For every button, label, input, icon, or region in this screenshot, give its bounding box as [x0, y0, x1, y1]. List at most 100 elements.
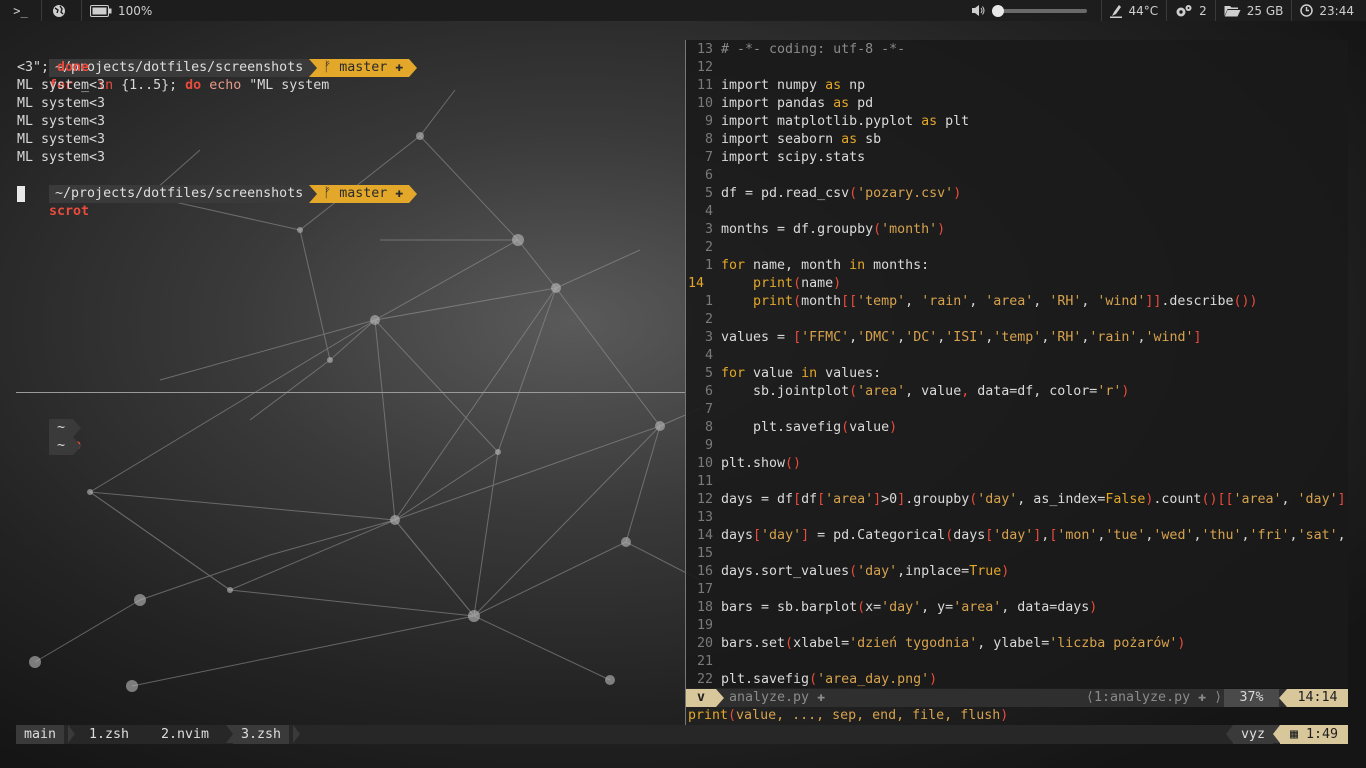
cpu-count: 2 [1199, 3, 1207, 18]
tmux-window-1[interactable]: 1.zsh [81, 725, 137, 744]
output-line: ML system<3 [17, 96, 106, 111]
powerline-separator [1279, 689, 1287, 707]
line-number: 17 [696, 582, 713, 597]
code-line[interactable]: 13 [686, 509, 1348, 527]
prompt-line-empty: ~ [17, 419, 82, 455]
tmux-clock-time: 1:49 [1306, 727, 1339, 742]
code-line[interactable]: 4 [686, 347, 1348, 365]
line-number: 14 [688, 276, 705, 291]
code-line[interactable]: 14 print(name) [686, 275, 1348, 293]
vim-mode: v [686, 689, 716, 707]
cpu-indicator: 2 [1167, 0, 1216, 21]
line-number: 5 [704, 366, 713, 381]
powerline-separator [73, 437, 82, 455]
code-line[interactable]: 9 [686, 437, 1348, 455]
code-text: for value in values: [721, 366, 882, 381]
vim-statusline: v analyze.py ✚ ⟨1:analyze.py ✚ ⟩ 37% 14:… [686, 689, 1348, 707]
vim-command-line[interactable]: print(value, ..., sep, end, file, flush) [688, 707, 1008, 725]
code-line[interactable]: 9 import matplotlib.pyplot as plt [686, 113, 1348, 131]
code-line[interactable]: 11 import numpy as np [686, 77, 1348, 95]
line-number: 9 [704, 114, 713, 129]
volume-control[interactable] [963, 0, 1103, 21]
code-line[interactable]: 17 [686, 581, 1348, 599]
line-number: 14 [696, 528, 713, 543]
code-line[interactable]: 2 [686, 239, 1348, 257]
code-line[interactable]: 3 values = ['FFMC','DMC','DC','ISI','temp… [686, 329, 1348, 347]
code-text: bars = sb.barplot(x='day', y='area', dat… [721, 600, 1098, 615]
folder-icon [1224, 6, 1241, 17]
clock-icon [1300, 4, 1314, 17]
git-branch: ᚠ master ✚ [317, 185, 410, 203]
nvim-editor[interactable]: 13 # -*- coding: utf-8 -*- 12 11 import nump… [686, 40, 1348, 688]
code-line[interactable]: 15 [686, 545, 1348, 563]
line-number: 7 [704, 150, 713, 165]
code-line[interactable]: 16 days.sort_values('day',inplace=True) [686, 563, 1348, 581]
code-line[interactable]: 12 days = df[df['area']>0].groupby('day',… [686, 491, 1348, 509]
code-line[interactable]: 4 [686, 203, 1348, 221]
code-text: plt.show() [721, 456, 802, 471]
code-line[interactable]: 10 plt.show() [686, 455, 1348, 473]
file-name: analyze.py ✚ [729, 690, 826, 705]
code-line[interactable]: 2 [686, 311, 1348, 329]
command-continuation: <3"; done [17, 60, 90, 75]
code-text: import scipy.stats [721, 150, 866, 165]
code-line[interactable]: 19 [686, 617, 1348, 635]
prompt-line-1: ~/projects/dotfiles/screenshots ᚠ master … [17, 41, 418, 93]
tmux-hostname: vyz [1233, 725, 1273, 744]
code-text: months = df.groupby('month') [721, 222, 946, 237]
tmux-window-3-active[interactable]: 3.zsh [233, 725, 290, 744]
powerline-separator [409, 59, 418, 77]
tmux-window-2[interactable]: 2.nvim [153, 725, 217, 744]
volume-slider-knob[interactable] [992, 4, 1005, 17]
code-line[interactable]: 7 import scipy.stats [686, 149, 1348, 167]
code-line[interactable]: 22 plt.savefig('area_day.png') [686, 671, 1348, 689]
code-line[interactable]: 10 import pandas as pd [686, 95, 1348, 113]
gears-icon [1176, 4, 1192, 16]
code-line[interactable]: 12 [686, 59, 1348, 77]
code-line[interactable]: 21 [686, 653, 1348, 671]
code-line[interactable]: 1 print(month[['temp', 'rain', 'area', '… [686, 293, 1348, 311]
code-text: plt.savefig(value) [721, 420, 898, 435]
network-indicator[interactable] [42, 0, 82, 21]
pane-divider-horizontal[interactable] [16, 392, 685, 393]
terminal-cursor [17, 186, 25, 202]
line-number: 12 [696, 492, 713, 507]
code-text: for name, month in months: [721, 258, 930, 273]
prompt-line-htop: ~ htop [17, 401, 81, 453]
code-text: print(name) [753, 276, 842, 291]
code-text: # -*- coding: utf-8 -*- [721, 42, 906, 57]
code-line[interactable]: 5 for value in values: [686, 365, 1348, 383]
clock[interactable]: 23:44 [1292, 0, 1366, 21]
code-line[interactable]: 14 days['day'] = pd.Categorical(days['day… [686, 527, 1348, 545]
prompt-path: ~/projects/dotfiles/screenshots [49, 185, 310, 203]
prompt-line-2: ~/projects/dotfiles/screenshots ᚠ master … [17, 167, 418, 219]
git-branch-name: master [339, 186, 388, 201]
code-line[interactable]: 7 [686, 401, 1348, 419]
powerline-separator [293, 725, 300, 743]
code-line[interactable]: 6 sb.jointplot('area', value, data=df, c… [686, 383, 1348, 401]
top-status-bar: >_ 100% 44°C 2 25 GB 23:44 [0, 0, 1366, 21]
line-number: 16 [696, 564, 713, 579]
code-line[interactable]: 8 import seaborn as sb [686, 131, 1348, 149]
buffer-tab[interactable]: ⟨1:analyze.py ✚ ⟩ [1086, 689, 1222, 707]
launcher-button[interactable]: >_ [0, 0, 42, 21]
line-number: 2 [704, 240, 713, 255]
code-line[interactable]: 8 plt.savefig(value) [686, 419, 1348, 437]
code-line[interactable]: 3 months = df.groupby('month') [686, 221, 1348, 239]
code-line[interactable]: 11 [686, 473, 1348, 491]
code-line[interactable]: 18 bars = sb.barplot(x='day', y='area', d… [686, 599, 1348, 617]
thermometer-icon [1110, 4, 1123, 18]
line-number: 4 [704, 348, 713, 363]
code-text: print(month[['temp', 'rain', 'area', 'RH… [753, 294, 1258, 309]
line-number: 12 [696, 60, 713, 75]
volume-slider[interactable] [992, 4, 1088, 17]
code-line[interactable]: 13 # -*- coding: utf-8 -*- [686, 41, 1348, 59]
code-line[interactable]: 20 bars.set(xlabel='dzień tygodnia', ylab… [686, 635, 1348, 653]
code-line[interactable]: 6 [686, 167, 1348, 185]
code-line[interactable]: 5 df = pd.read_csv('pozary.csv') [686, 185, 1348, 203]
line-number: 11 [696, 474, 713, 489]
code-line[interactable]: 1 for name, month in months: [686, 257, 1348, 275]
code-text: days.sort_values('day',inplace=True) [721, 564, 1010, 579]
line-number: 7 [704, 402, 713, 417]
line-number: 1 [704, 294, 713, 309]
